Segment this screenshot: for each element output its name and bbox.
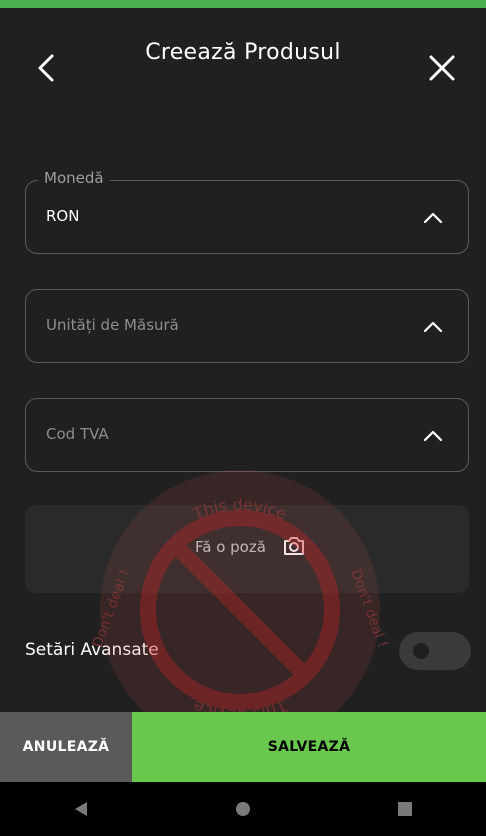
nav-home-icon[interactable] [223, 789, 263, 829]
bottom-action-bar: ANULEAZĂ SALVEAZĂ [0, 712, 486, 782]
system-navigation-bar [0, 782, 486, 836]
currency-select[interactable]: Monedă RON [25, 169, 469, 254]
currency-legend: Monedă [38, 169, 110, 187]
advanced-settings-toggle[interactable] [399, 632, 471, 670]
chevron-up-icon[interactable] [422, 320, 444, 334]
units-select[interactable]: Unități de Măsură [25, 289, 469, 363]
chevron-up-icon[interactable] [422, 211, 444, 225]
advanced-settings-label: Setări Avansate [25, 640, 159, 660]
chevron-up-icon[interactable] [422, 429, 444, 443]
take-photo-label: Fă o poză [195, 538, 266, 556]
page-title: Creează Produsul [145, 39, 341, 65]
toggle-knob [413, 643, 429, 659]
nav-recents-icon[interactable] [385, 789, 425, 829]
vat-placeholder: Cod TVA [46, 425, 109, 443]
currency-value: RON [46, 207, 80, 225]
create-product-screen: Creează Produsul Monedă RON Unități de M… [0, 0, 486, 836]
camera-icon [284, 537, 304, 555]
units-placeholder: Unități de Măsură [46, 316, 179, 334]
save-button[interactable]: SALVEAZĂ [132, 712, 486, 782]
header: Creează Produsul [0, 8, 486, 108]
status-accent-bar [0, 0, 486, 8]
take-photo-button[interactable]: Fă o poză [25, 505, 469, 593]
cancel-button[interactable]: ANULEAZĂ [0, 712, 132, 782]
nav-back-icon[interactable] [61, 789, 101, 829]
vat-select[interactable]: Cod TVA [25, 398, 469, 472]
close-icon[interactable] [422, 48, 462, 88]
chevron-left-icon[interactable] [28, 48, 68, 88]
